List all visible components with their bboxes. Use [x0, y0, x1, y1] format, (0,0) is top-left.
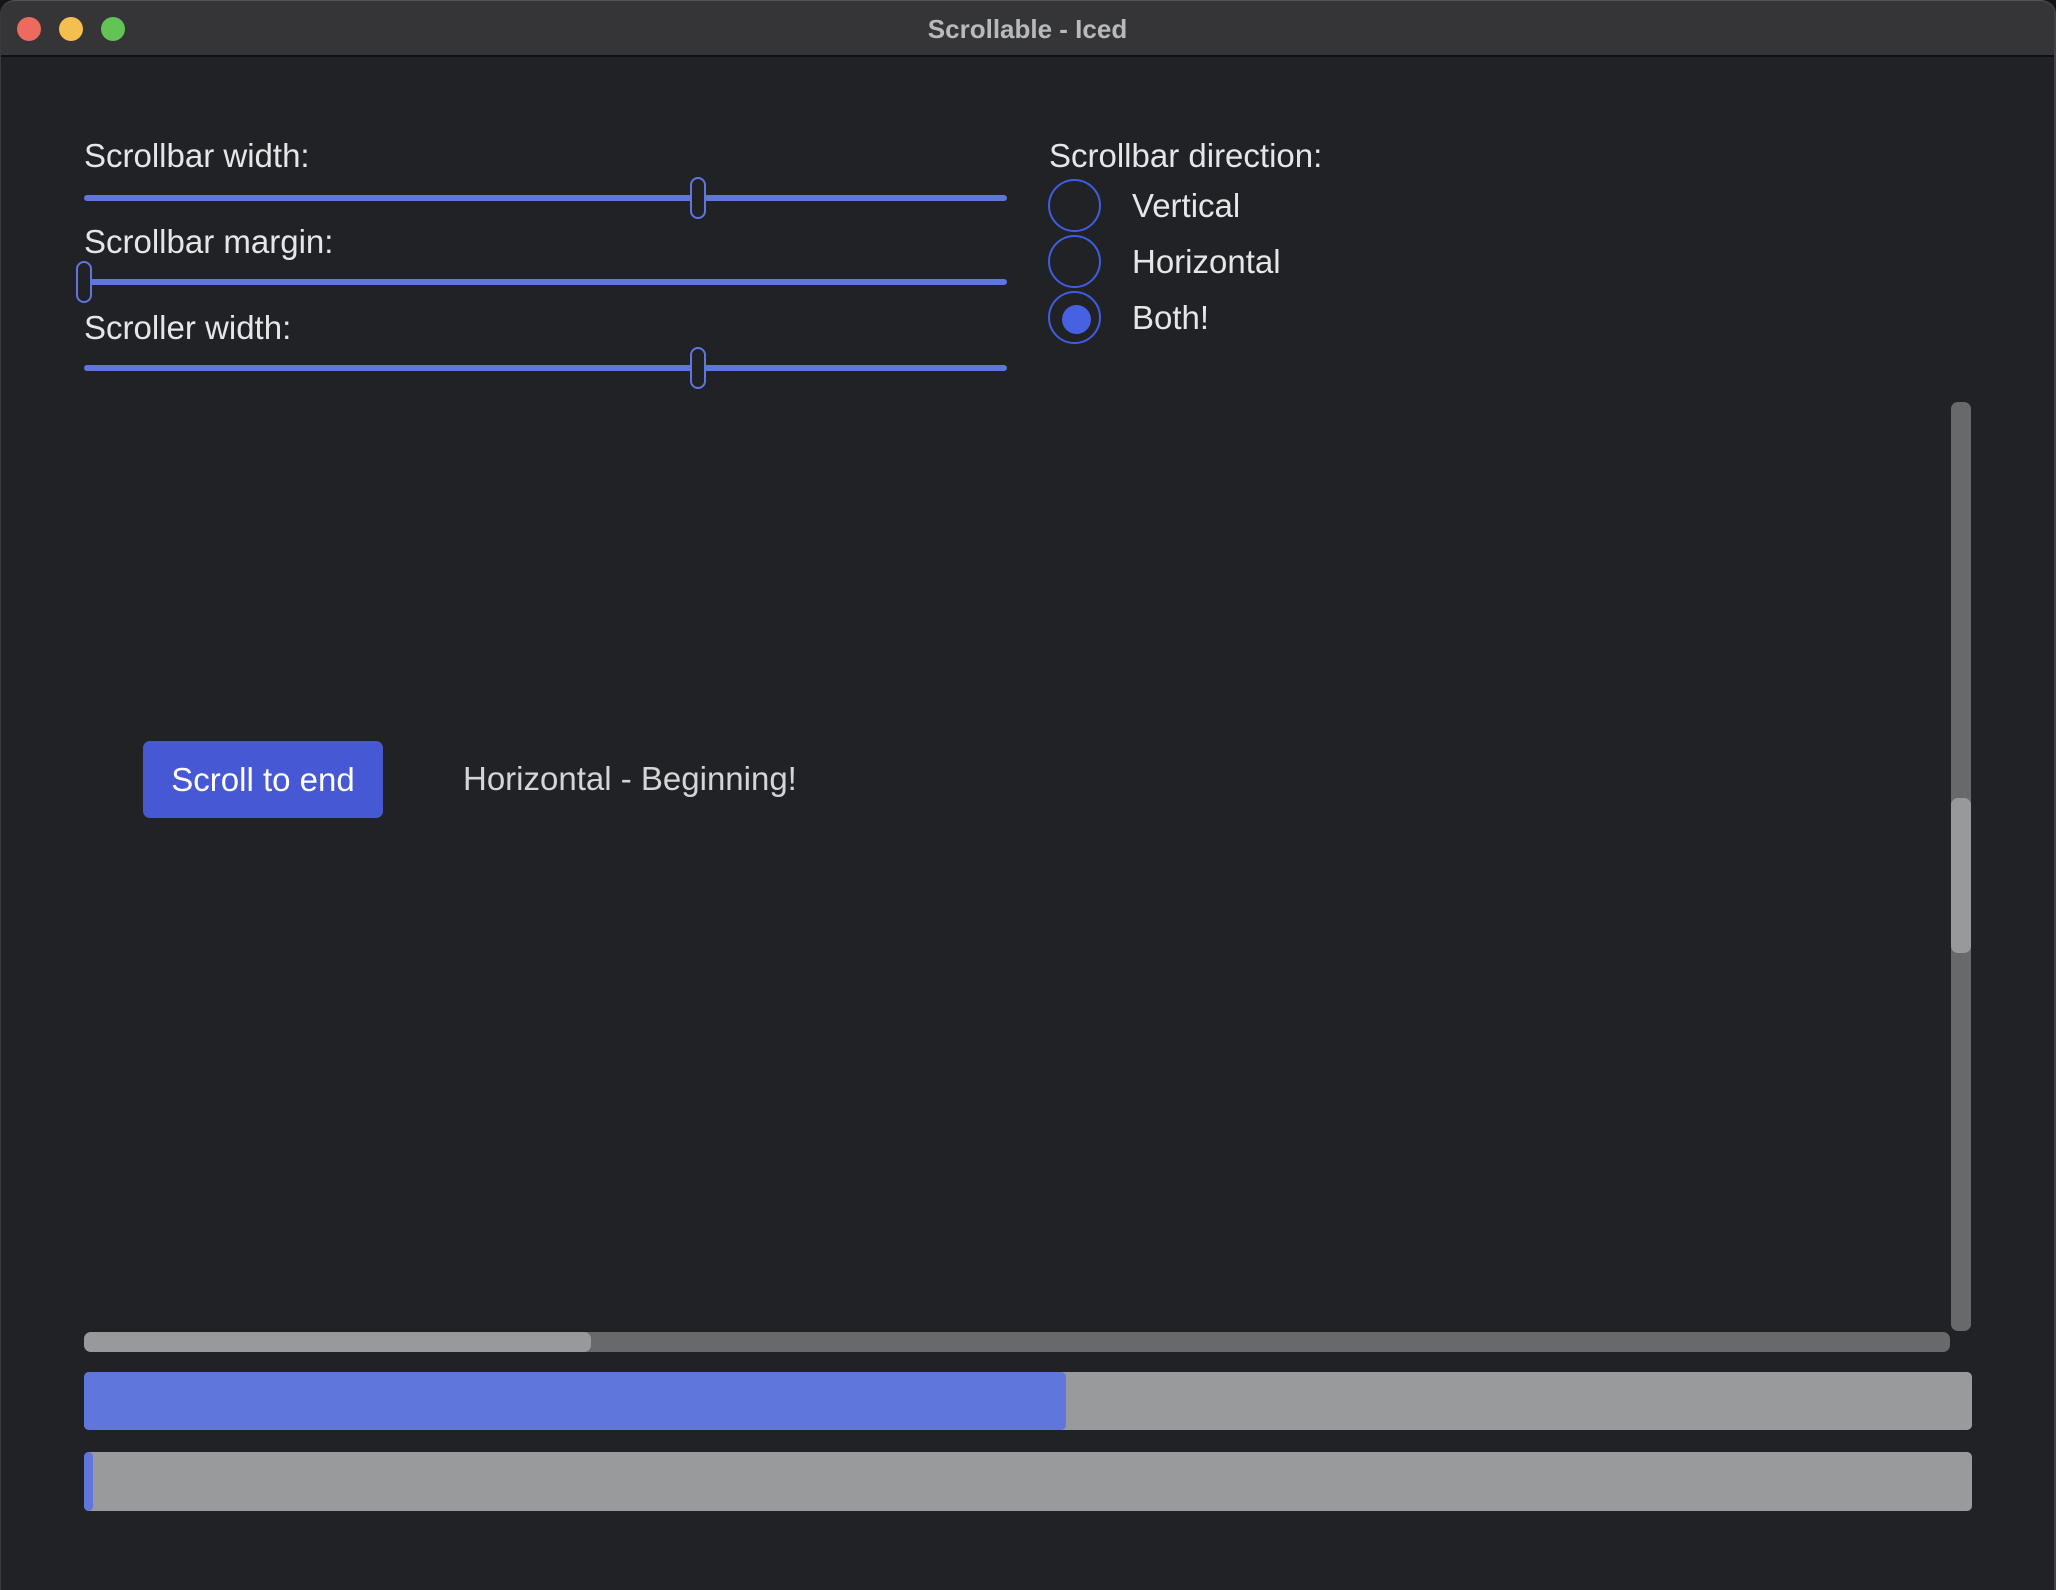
- radio-label: Both!: [1132, 298, 1209, 338]
- progress-fill: [84, 1452, 93, 1511]
- titlebar: Scrollable - Iced: [1, 0, 2054, 57]
- scrollbar-margin-slider[interactable]: [84, 258, 1007, 306]
- slider-track[interactable]: [84, 195, 1007, 201]
- scroller-width-label: Scroller width:: [84, 308, 291, 348]
- scrollbar-width-slider[interactable]: [84, 174, 1007, 222]
- horizontal-progress-bar: [84, 1372, 1972, 1430]
- radio-label: Horizontal: [1132, 242, 1281, 282]
- scrollbar-margin-label: Scrollbar margin:: [84, 222, 333, 262]
- horizontal-scrollbar-thumb[interactable]: [84, 1332, 591, 1352]
- scroller-width-slider[interactable]: [84, 344, 1007, 392]
- vertical-progress-bar: [84, 1452, 1972, 1511]
- radio-circle[interactable]: [1048, 179, 1101, 232]
- slider-track[interactable]: [84, 279, 1007, 285]
- slider-track[interactable]: [84, 365, 1007, 371]
- slider-handle[interactable]: [690, 347, 706, 389]
- window-title: Scrollable - Iced: [1, 14, 2054, 44]
- vertical-scrollbar-track[interactable]: [1951, 402, 1971, 1331]
- slider-handle[interactable]: [76, 261, 92, 303]
- scrollbar-direction-label: Scrollbar direction:: [1049, 136, 1322, 176]
- radio-label: Vertical: [1132, 186, 1240, 226]
- scroll-status-text: Horizontal - Beginning!: [463, 759, 797, 799]
- scrollbar-width-label: Scrollbar width:: [84, 136, 310, 176]
- vertical-scrollbar-thumb[interactable]: [1951, 798, 1971, 953]
- radio-circle[interactable]: [1048, 235, 1101, 288]
- radio-selected-dot: [1062, 305, 1091, 334]
- horizontal-scrollbar-track[interactable]: [84, 1332, 1950, 1352]
- app-window: Scrollable - Iced Scrollbar width: Scrol…: [0, 0, 2056, 1590]
- slider-handle[interactable]: [690, 177, 706, 219]
- progress-fill: [84, 1372, 1066, 1430]
- scroll-to-end-button[interactable]: Scroll to end: [143, 741, 383, 818]
- radio-circle[interactable]: [1048, 291, 1101, 344]
